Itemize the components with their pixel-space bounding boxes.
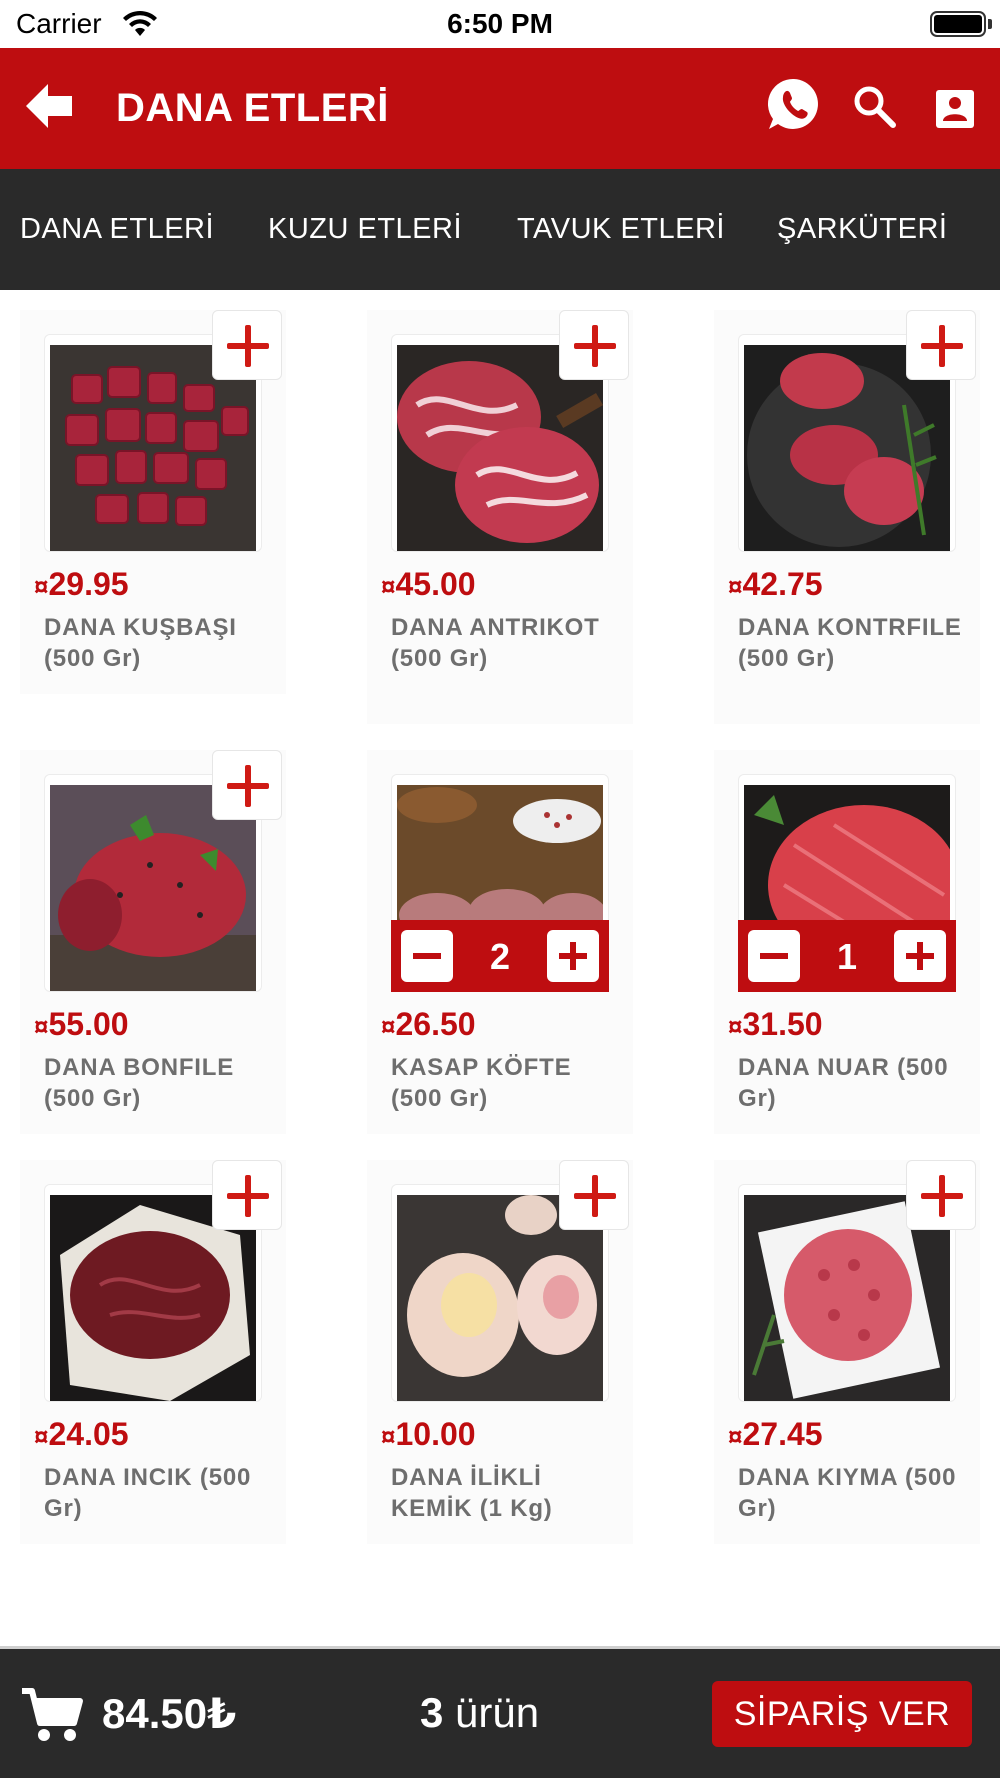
quantity-stepper: 2: [391, 920, 609, 992]
product-name: DANA ANTRIKOT (500 Gr): [391, 614, 600, 672]
product-card[interactable]: ¤29.95 DANA KUŞBAŞI (500 Gr): [20, 310, 286, 694]
product-card[interactable]: 1 ¤31.50 DANA NUAR (500 Gr): [714, 750, 980, 1134]
decrease-quantity-button[interactable]: [401, 930, 453, 982]
add-to-cart-button[interactable]: [906, 310, 976, 380]
increase-quantity-button[interactable]: [547, 930, 599, 982]
product-card[interactable]: 2 ¤26.50 KASAP KÖFTE (500 Gr): [367, 750, 633, 1134]
cart-icon[interactable]: [20, 1687, 84, 1743]
product-price: ¤24.05: [34, 1416, 129, 1452]
product-price: ¤27.45: [728, 1416, 823, 1452]
profile-icon[interactable]: [936, 90, 974, 128]
product-card[interactable]: ¤24.05 DANA INCIK (500 Gr): [20, 1160, 286, 1544]
add-to-cart-button[interactable]: [559, 1160, 629, 1230]
product-card[interactable]: ¤45.00 DANA ANTRIKOT (500 Gr): [367, 310, 633, 724]
tab-sarkuteri[interactable]: ŞARKÜTERİ: [777, 213, 947, 246]
app-header: DANA ETLERİ: [0, 48, 1000, 169]
product-price: ¤31.50: [728, 1006, 823, 1042]
quantity-value: 2: [489, 936, 511, 977]
whatsapp-icon[interactable]: [766, 76, 822, 132]
product-card[interactable]: ¤42.75 DANA KONTRFILE (500 Gr): [714, 310, 980, 724]
increase-quantity-button[interactable]: [894, 930, 946, 982]
quantity-stepper: 1: [738, 920, 956, 992]
product-name: DANA NUAR (500 Gr): [738, 1054, 949, 1112]
search-icon[interactable]: [852, 84, 896, 128]
cart-item-count: 3 ürün: [420, 1689, 540, 1736]
product-price: ¤26.50: [381, 1006, 476, 1042]
product-card[interactable]: ¤55.00 DANA BONFILE (500 Gr): [20, 750, 286, 1134]
add-to-cart-button[interactable]: [559, 310, 629, 380]
product-name: DANA KONTRFILE (500 Gr): [738, 614, 962, 672]
add-to-cart-button[interactable]: [906, 1160, 976, 1230]
cart-bar: 84.50₺ 3 ürün SİPARİŞ VER: [0, 1646, 1000, 1778]
product-name: KASAP KÖFTE (500 Gr): [391, 1054, 572, 1112]
product-price: ¤29.95: [34, 566, 129, 602]
product-name: DANA İLİKLİ KEMİK (1 Kg): [391, 1464, 553, 1522]
battery-icon: [930, 11, 986, 37]
product-name: DANA BONFILE (500 Gr): [44, 1054, 235, 1112]
back-arrow-icon[interactable]: [22, 78, 78, 134]
product-price: ¤10.00: [381, 1416, 476, 1452]
place-order-button[interactable]: SİPARİŞ VER: [712, 1681, 972, 1747]
product-name: DANA KIYMA (500 Gr): [738, 1464, 957, 1522]
tab-kuzu-etleri[interactable]: KUZU ETLERİ: [268, 213, 462, 246]
battery-tip: [988, 19, 992, 29]
product-card[interactable]: ¤10.00 DANA İLİKLİ KEMİK (1 Kg): [367, 1160, 633, 1544]
tab-dana-etleri[interactable]: DANA ETLERİ: [20, 213, 214, 246]
product-grid: ¤29.95 DANA KUŞBAŞI (500 Gr) ¤45.00 DANA…: [0, 290, 1000, 1646]
product-name: DANA INCIK (500 Gr): [44, 1464, 252, 1522]
tab-tavuk-etleri[interactable]: TAVUK ETLERİ: [517, 213, 725, 246]
add-to-cart-button[interactable]: [212, 1160, 282, 1230]
product-card[interactable]: ¤27.45 DANA KIYMA (500 Gr): [714, 1160, 980, 1544]
product-price: ¤45.00: [381, 566, 476, 602]
add-to-cart-button[interactable]: [212, 750, 282, 820]
page-title: DANA ETLERİ: [116, 86, 389, 130]
category-nav: DANA ETLERİ KUZU ETLERİ TAVUK ETLERİ ŞAR…: [0, 169, 1000, 290]
quantity-value: 1: [836, 936, 858, 977]
product-name: DANA KUŞBAŞI (500 Gr): [44, 614, 237, 672]
product-price: ¤55.00: [34, 1006, 129, 1042]
decrease-quantity-button[interactable]: [748, 930, 800, 982]
cart-total: 84.50₺: [102, 1690, 237, 1737]
add-to-cart-button[interactable]: [212, 310, 282, 380]
status-bar: Carrier 6:50 PM: [0, 0, 1000, 48]
product-price: ¤42.75: [728, 566, 823, 602]
clock: 6:50 PM: [447, 8, 553, 39]
